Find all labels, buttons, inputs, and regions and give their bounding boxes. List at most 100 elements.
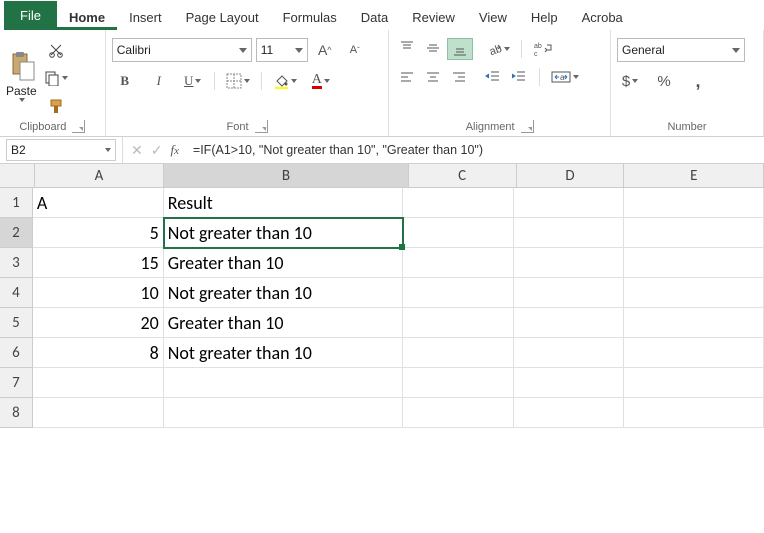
- cell-B3[interactable]: Greater than 10: [164, 248, 404, 278]
- row-header-6[interactable]: 6: [0, 338, 33, 368]
- row-header-7[interactable]: 7: [0, 368, 33, 398]
- align-middle-button[interactable]: [421, 38, 445, 58]
- cell-E8[interactable]: [624, 398, 764, 428]
- column-header-A[interactable]: A: [35, 164, 165, 188]
- cell-E3[interactable]: [624, 248, 764, 278]
- cell-C1[interactable]: [403, 188, 513, 218]
- cell-B4[interactable]: Not greater than 10: [164, 278, 404, 308]
- cell-E7[interactable]: [624, 368, 764, 398]
- enter-formula-button[interactable]: ✓: [151, 142, 163, 159]
- cell-B6[interactable]: Not greater than 10: [164, 338, 404, 368]
- number-format-select[interactable]: General: [617, 38, 745, 62]
- cell-A3[interactable]: 15: [33, 248, 164, 278]
- fill-color-button[interactable]: [270, 70, 300, 92]
- cell-D8[interactable]: [514, 398, 624, 428]
- copy-button[interactable]: [41, 67, 71, 89]
- cell-A1[interactable]: A: [33, 188, 164, 218]
- cell-D4[interactable]: [514, 278, 624, 308]
- cell-A2[interactable]: 5: [33, 218, 164, 248]
- cell-A8[interactable]: [33, 398, 164, 428]
- cell-C2[interactable]: [403, 218, 513, 248]
- comma-style-button[interactable]: ,: [685, 70, 711, 92]
- italic-button[interactable]: I: [146, 70, 172, 92]
- cell-C5[interactable]: [403, 308, 513, 338]
- font-size-select[interactable]: 11: [256, 38, 308, 62]
- fx-button[interactable]: fx: [170, 142, 178, 158]
- cut-button[interactable]: [43, 39, 69, 61]
- row-header-3[interactable]: 3: [0, 248, 33, 278]
- cell-D2[interactable]: [514, 218, 624, 248]
- cell-D3[interactable]: [514, 248, 624, 278]
- tab-help[interactable]: Help: [519, 4, 570, 30]
- bold-button[interactable]: B: [112, 70, 138, 92]
- cell-A4[interactable]: 10: [33, 278, 164, 308]
- tab-view[interactable]: View: [467, 4, 519, 30]
- cell-B5[interactable]: Greater than 10: [164, 308, 404, 338]
- cell-B1[interactable]: Result: [164, 188, 404, 218]
- align-center-button[interactable]: [421, 67, 445, 87]
- tab-formulas[interactable]: Formulas: [271, 4, 349, 30]
- row-header-2[interactable]: 2: [0, 218, 33, 248]
- tab-page-layout[interactable]: Page Layout: [174, 4, 271, 30]
- font-color-button[interactable]: A: [308, 70, 334, 92]
- cell-D7[interactable]: [514, 368, 624, 398]
- cell-E5[interactable]: [624, 308, 764, 338]
- dialog-launcher-font[interactable]: [255, 120, 268, 133]
- cell-C7[interactable]: [403, 368, 513, 398]
- dialog-launcher-alignment[interactable]: [521, 120, 534, 133]
- currency-button[interactable]: $: [617, 70, 643, 92]
- cell-A7[interactable]: [33, 368, 164, 398]
- tab-file[interactable]: File: [4, 1, 57, 30]
- font-face-select[interactable]: Calibri: [112, 38, 252, 62]
- cell-E6[interactable]: [624, 338, 764, 368]
- borders-button[interactable]: [223, 70, 253, 92]
- cancel-formula-button[interactable]: ✕: [131, 142, 143, 159]
- cell-C6[interactable]: [403, 338, 513, 368]
- cell-A6[interactable]: 8: [33, 338, 164, 368]
- align-left-button[interactable]: [395, 67, 419, 87]
- align-bottom-button[interactable]: [447, 38, 473, 60]
- underline-button[interactable]: U: [180, 70, 206, 92]
- name-box[interactable]: B2: [6, 139, 116, 161]
- column-header-E[interactable]: E: [624, 164, 764, 188]
- column-header-C[interactable]: C: [409, 164, 517, 188]
- tab-acrobat[interactable]: Acroba: [570, 4, 635, 30]
- cell-B8[interactable]: [164, 398, 404, 428]
- row-header-8[interactable]: 8: [0, 398, 33, 428]
- cell-D1[interactable]: [514, 188, 624, 218]
- cell-D6[interactable]: [514, 338, 624, 368]
- cell-A5[interactable]: 20: [33, 308, 164, 338]
- percent-button[interactable]: %: [651, 70, 677, 92]
- merge-center-button[interactable]: a: [548, 66, 582, 88]
- tab-review[interactable]: Review: [400, 4, 467, 30]
- select-all-corner[interactable]: [0, 164, 35, 188]
- cell-E2[interactable]: [624, 218, 764, 248]
- tab-home[interactable]: Home: [57, 4, 117, 30]
- cell-E1[interactable]: [624, 188, 764, 218]
- cell-C8[interactable]: [403, 398, 513, 428]
- cell-C4[interactable]: [403, 278, 513, 308]
- tab-data[interactable]: Data: [349, 4, 400, 30]
- cell-B2[interactable]: Not greater than 10: [164, 218, 404, 248]
- formula-input[interactable]: =IF(A1>10, "Not greater than 10", "Great…: [187, 143, 764, 157]
- paste-button[interactable]: Paste: [6, 34, 37, 117]
- column-header-B[interactable]: B: [164, 164, 408, 188]
- format-painter-button[interactable]: [43, 95, 69, 117]
- dialog-launcher-clipboard[interactable]: [72, 120, 85, 133]
- column-header-D[interactable]: D: [517, 164, 625, 188]
- increase-indent-button[interactable]: [507, 67, 531, 87]
- increase-font-button[interactable]: A^: [312, 39, 338, 61]
- cell-E4[interactable]: [624, 278, 764, 308]
- cell-C3[interactable]: [403, 248, 513, 278]
- decrease-indent-button[interactable]: [481, 67, 505, 87]
- row-header-1[interactable]: 1: [0, 188, 33, 218]
- cell-B7[interactable]: [164, 368, 404, 398]
- cell-D5[interactable]: [514, 308, 624, 338]
- align-top-button[interactable]: [395, 38, 419, 58]
- align-right-button[interactable]: [447, 67, 471, 87]
- orientation-button[interactable]: ab: [483, 38, 513, 60]
- row-header-4[interactable]: 4: [0, 278, 33, 308]
- tab-insert[interactable]: Insert: [117, 4, 174, 30]
- decrease-font-button[interactable]: Aˇ: [342, 39, 368, 61]
- row-header-5[interactable]: 5: [0, 308, 33, 338]
